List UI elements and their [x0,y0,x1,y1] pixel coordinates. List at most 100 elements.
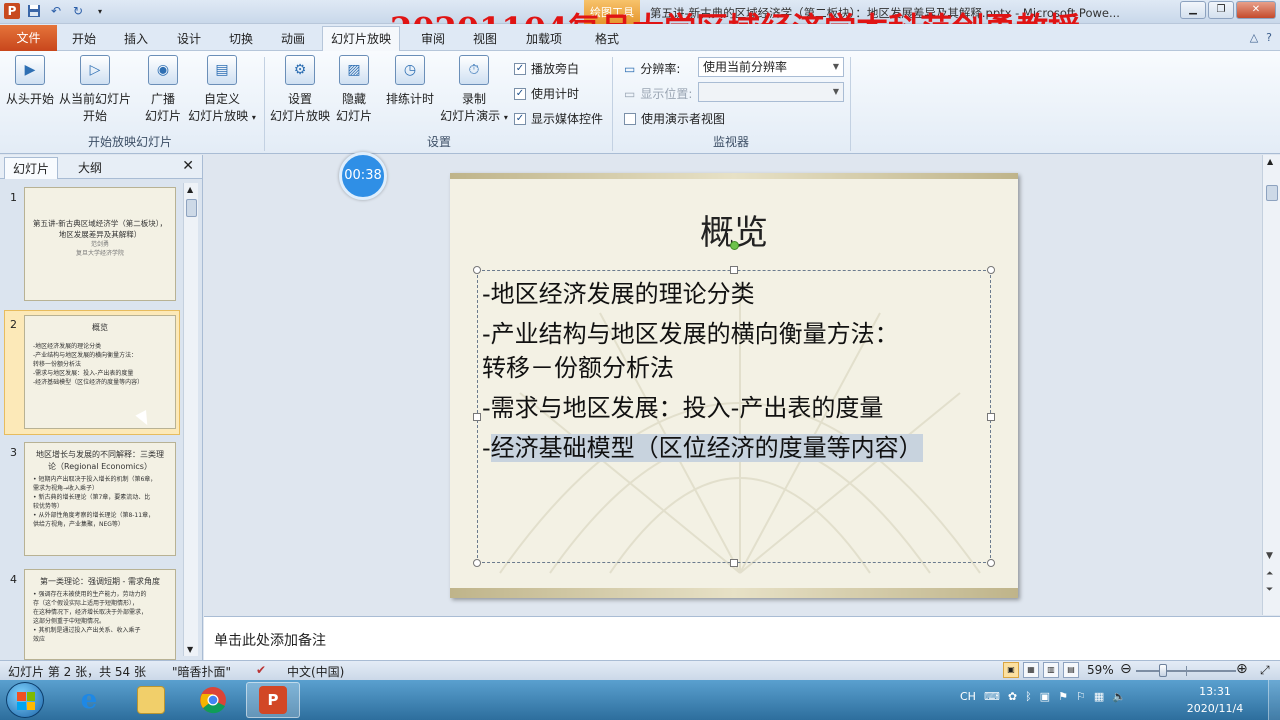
customize-qat-icon[interactable]: ▾ [92,3,108,19]
undo-icon[interactable]: ↶ [48,3,64,19]
scrollbar-thumb[interactable] [1266,185,1278,201]
resize-handle-bottom[interactable] [730,559,738,567]
record-slide-show-button[interactable]: ⏱ 录制 幻灯片演示 ▾ [438,55,510,126]
notes-placeholder: 单击此处添加备注 [214,633,326,649]
tab-design[interactable]: 设计 [177,28,201,50]
bluetooth-icon[interactable]: ᛒ [1025,690,1032,703]
proofing-icon[interactable]: ✔ [256,663,266,677]
broadcast-slide-show-button[interactable]: ◉ 广播 幻灯片 [143,55,183,125]
theme-name-status[interactable]: "暗香扑面" [172,663,231,680]
tab-animations[interactable]: 动画 [281,28,305,50]
scroll-up-icon[interactable]: ▲ [187,185,193,194]
group-label-start-show: 开始放映幻灯片 [88,135,173,149]
rehearse-timings-button[interactable]: ◷ 排练计时 [384,55,436,108]
tab-addins[interactable]: 加载项 [526,28,562,50]
tab-slide-show[interactable]: 幻灯片放映 [322,26,401,52]
bullet-line: 转移－份额分析法 [482,354,674,382]
close-pane-icon[interactable]: ✕ [182,158,194,174]
tab-slides[interactable]: 幻灯片 [4,157,59,179]
slide-body-text[interactable]: -地区经济发展的理论分类 -产业结构与地区发展的横向衡量方法： 转移－份额分析法… [482,277,1002,471]
reading-view-icon[interactable]: ▥ [1043,662,1059,678]
minimize-button[interactable]: ▁ [1180,1,1206,19]
resize-handle-bottom-right[interactable] [987,559,995,567]
language-status[interactable]: 中文(中国) [287,663,344,680]
bullet-line: -产业结构与地区发展的横向衡量方法： [482,320,899,348]
resolution-dropdown[interactable]: 使用当前分辨率 ▼ [698,57,844,77]
custom-slide-show-button[interactable]: ▤ 自定义 幻灯片放映 ▾ [187,55,257,126]
help-icon[interactable]: ? [1266,31,1272,44]
show-on-dropdown[interactable]: ▼ [698,82,844,102]
zoom-level[interactable]: 59% [1087,663,1114,677]
input-method-indicator[interactable]: CH [960,690,976,703]
notes-pane[interactable]: 单击此处添加备注 [204,616,1280,660]
zoom-slider-knob[interactable] [1159,664,1168,677]
keyboard-icon[interactable]: ⌨ [984,690,1000,703]
start-button[interactable] [6,682,44,718]
slide-canvas[interactable]: 概览 -地区经济发展的理论分类 -产业结构与地区发展的横向衡量方法： 转移－份额… [450,173,1018,598]
tab-format[interactable]: 格式 [595,28,619,50]
use-timings-checkbox[interactable]: ✓ 使用计时 [514,85,579,102]
zoom-in-icon[interactable]: ⊕ [1236,661,1248,677]
tab-outline[interactable]: 大纲 [70,157,110,179]
taskbar-internet-explorer[interactable]: e [62,682,116,718]
play-narrations-checkbox[interactable]: ✓ 播放旁白 [514,60,579,77]
tray-app-icon[interactable]: ✿ [1008,690,1017,703]
from-beginning-button[interactable]: ▶ 从头开始 [6,55,54,108]
resize-handle-left[interactable] [473,413,481,421]
next-slide-icon[interactable]: ⏷ [1266,585,1273,595]
scrollbar-thumb[interactable] [186,199,197,217]
collapse-ribbon-icon[interactable]: △ [1250,31,1258,44]
redo-icon[interactable]: ↻ [70,3,86,19]
from-current-slide-button[interactable]: ▷ 从当前幻灯片 开始 [58,55,132,125]
fit-to-window-icon[interactable]: ⤢ [1260,663,1270,678]
taskbar-powerpoint[interactable]: P [246,682,300,718]
quick-access-toolbar: P ↶ ↻ ▾ [4,3,108,19]
rehearse-clock-icon: ◷ [395,55,425,85]
show-media-controls-checkbox[interactable]: ✓ 显示媒体控件 [514,110,603,127]
taskbar-file-explorer[interactable] [124,682,178,718]
resize-handle-top-left[interactable] [473,266,481,274]
close-button[interactable]: ✕ [1236,1,1276,19]
tab-home[interactable]: 开始 [72,28,96,50]
scroll-down-icon[interactable]: ▼ [187,645,193,654]
scroll-down-icon[interactable]: ▼ [1266,551,1273,561]
slides-pane-scrollbar[interactable]: ▲ ▼ [183,183,198,656]
tray-app-icon[interactable]: ▣ [1040,690,1050,703]
slide-show-view-icon[interactable]: ▤ [1063,662,1079,678]
maximize-button[interactable]: ❐ [1208,1,1234,19]
show-desktop-button[interactable] [1268,680,1280,720]
previous-slide-icon[interactable]: ⏶ [1266,569,1273,579]
rotate-handle[interactable] [730,241,739,250]
slide-thumbnail-2[interactable]: 概览 -地区经济发展的理论分类 -产业结构与地区发展的横向衡量方法： 转移一份额… [24,315,176,429]
ribbon-tabs: 文件 开始 插入 设计 切换 动画 幻灯片放映 审阅 视图 加载项 格式 △ ? [0,24,1280,52]
network-icon[interactable]: ▦ [1094,690,1104,703]
recording-timer-badge: 00:38 [339,152,387,200]
taskbar-clock[interactable]: 13:31 2020/11/4 [1185,683,1245,717]
slide-thumbnail-4[interactable]: 第一类理论：强调短期 - 需求角度 • 强调存在未被使用的生产能力，劳动力的 存… [24,569,176,660]
slide-thumbnail-1[interactable]: 第五讲-新古典区域经济学（第二板块），地区发展差异及其解释） 范剑勇 复旦大学经… [24,187,176,301]
use-presenter-view-checkbox[interactable]: 使用演示者视图 [624,110,725,127]
scroll-up-icon[interactable]: ▲ [1267,157,1273,166]
tab-review[interactable]: 审阅 [421,28,445,50]
taskbar-chrome[interactable] [186,682,240,718]
zoom-out-icon[interactable]: ⊖ [1120,661,1132,677]
group-label-monitors: 监视器 [713,135,750,149]
tab-file[interactable]: 文件 [0,25,57,51]
resize-handle-top-right[interactable] [987,266,995,274]
tab-view[interactable]: 视图 [473,28,497,50]
tab-insert[interactable]: 插入 [124,28,148,50]
slide-sorter-view-icon[interactable]: ▦ [1023,662,1039,678]
tab-transitions[interactable]: 切换 [229,28,253,50]
powerpoint-logo-icon[interactable]: P [4,3,20,19]
hide-slide-button[interactable]: ▨ 隐藏 幻灯片 [336,55,372,125]
editor-scrollbar[interactable]: ▲ ▼ ⏶ ⏷ [1262,155,1280,615]
setup-slide-show-button[interactable]: ⚙ 设置 幻灯片放映 [268,55,332,125]
volume-icon[interactable]: 🔈 [1112,690,1126,703]
resize-handle-top[interactable] [730,266,738,274]
resize-handle-bottom-left[interactable] [473,559,481,567]
slide-thumbnail-3[interactable]: 地区增长与发展的不同解释：三类理论（Regional Economics） • … [24,442,176,556]
save-icon[interactable] [26,3,42,19]
tray-app-icon[interactable]: ⚑ [1058,690,1068,703]
action-center-flag-icon[interactable]: ⚐ [1076,690,1086,703]
normal-view-icon[interactable]: ▣ [1003,662,1019,678]
